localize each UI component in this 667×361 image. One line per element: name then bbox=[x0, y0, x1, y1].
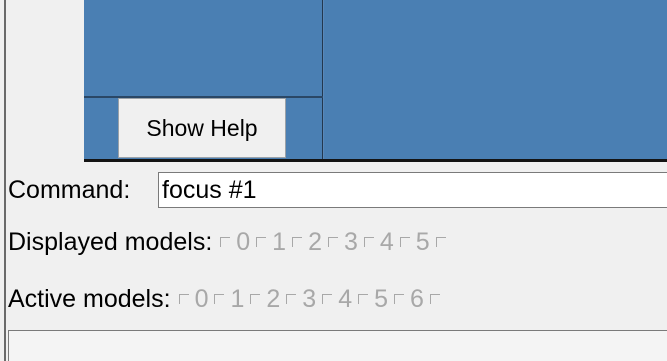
active-model-2[interactable]: 2 bbox=[250, 285, 280, 314]
active-model-4[interactable]: 4 bbox=[322, 285, 352, 314]
active-model-5[interactable]: 5 bbox=[358, 285, 388, 314]
model-number: 4 bbox=[379, 227, 394, 256]
active-models-label: Active models: bbox=[8, 284, 171, 313]
active-model-0[interactable]: 0 bbox=[178, 284, 209, 314]
side-panel bbox=[6, 0, 84, 162]
displayed-model-0[interactable]: 0 bbox=[220, 228, 250, 257]
checkbox-icon bbox=[358, 294, 369, 304]
checkbox-icon bbox=[178, 294, 189, 304]
model-number: 2 bbox=[308, 227, 322, 256]
graphics-pane-right[interactable] bbox=[324, 0, 667, 162]
model-number: 5 bbox=[374, 284, 388, 313]
command-input[interactable] bbox=[158, 172, 667, 208]
model-number: 3 bbox=[343, 227, 358, 256]
model-number: 0 bbox=[194, 284, 209, 313]
command-label: Command: bbox=[8, 176, 131, 204]
checkbox-icon bbox=[292, 237, 303, 247]
displayed-model-4[interactable]: 4 bbox=[363, 227, 394, 257]
model-number: 5 bbox=[415, 227, 430, 256]
model-number: 1 bbox=[230, 284, 245, 313]
displayed-model-2[interactable]: 2 bbox=[292, 228, 322, 257]
checkbox-icon bbox=[220, 237, 231, 247]
checkbox-icon bbox=[256, 237, 267, 247]
active-model-7[interactable] bbox=[429, 294, 446, 304]
displayed-models-label: Displayed models: bbox=[8, 227, 213, 256]
model-number: 0 bbox=[236, 227, 251, 256]
show-help-button[interactable]: Show Help bbox=[118, 98, 286, 158]
checkbox-icon bbox=[399, 237, 410, 247]
checkbox-icon bbox=[286, 294, 297, 304]
displayed-models-row: Displayed models: 0 1 2 3 4 5 bbox=[8, 224, 458, 260]
displayed-model-1[interactable]: 1 bbox=[256, 228, 286, 257]
active-model-6[interactable]: 6 bbox=[394, 285, 424, 314]
checkbox-icon bbox=[322, 294, 333, 304]
displayed-model-3[interactable]: 3 bbox=[327, 227, 358, 257]
active-models-row: Active models: 0 1 2 3 4 5 6 bbox=[8, 281, 452, 317]
viewer-bottom-edge bbox=[84, 159, 667, 162]
active-model-1[interactable]: 1 bbox=[214, 285, 244, 314]
displayed-model-6[interactable] bbox=[435, 237, 452, 247]
checkbox-icon bbox=[435, 237, 446, 247]
model-number: 1 bbox=[272, 227, 287, 256]
model-number: 3 bbox=[302, 284, 317, 313]
model-number: 2 bbox=[266, 284, 281, 313]
checkbox-icon bbox=[327, 237, 338, 247]
checkbox-icon bbox=[250, 294, 261, 304]
checkbox-icon bbox=[214, 294, 225, 304]
displayed-model-5[interactable]: 5 bbox=[399, 227, 430, 257]
active-model-3[interactable]: 3 bbox=[286, 285, 316, 314]
model-number: 6 bbox=[410, 284, 424, 313]
checkbox-icon bbox=[429, 294, 440, 304]
status-field bbox=[8, 330, 667, 361]
model-number: 4 bbox=[338, 284, 353, 313]
checkbox-icon bbox=[363, 237, 374, 247]
checkbox-icon bbox=[394, 294, 404, 304]
